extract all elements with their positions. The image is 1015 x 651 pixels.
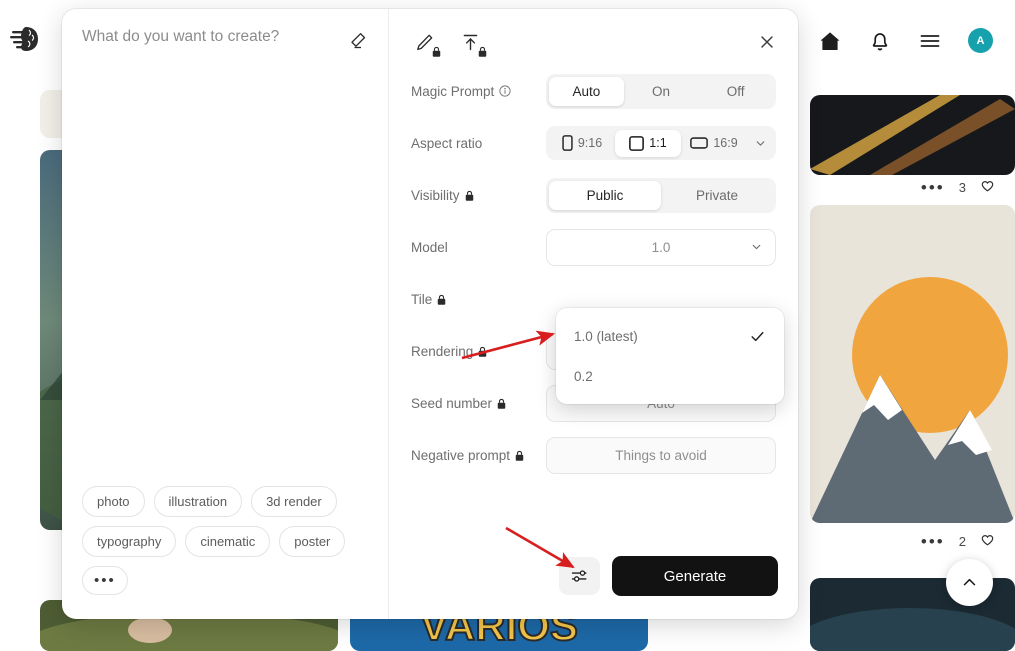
label-text: Model [411, 239, 448, 255]
aspect-ratio-expand-button[interactable] [747, 137, 773, 150]
hamburger-menu-icon[interactable] [918, 29, 942, 53]
lock-icon [479, 346, 487, 357]
style-tag[interactable]: cinematic [185, 526, 271, 557]
aspect-ratio-option-9-16[interactable]: 9:16 [549, 129, 615, 157]
portrait-shape-icon [562, 135, 573, 151]
lock-icon [432, 46, 441, 57]
lock-icon [465, 190, 473, 201]
lock-icon [497, 398, 506, 409]
modal-footer: Generate [559, 556, 778, 596]
prompt-pane: photo illustration 3d render typography … [62, 9, 389, 619]
landscape-shape-icon [690, 137, 709, 149]
style-tag[interactable]: 3d render [251, 486, 337, 517]
eraser-icon[interactable] [342, 25, 372, 55]
aspect-ratio-segmented: 9:16 1:1 16:9 [546, 126, 776, 160]
option-label: 0.2 [574, 368, 593, 384]
gallery-more-icon[interactable]: ••• [921, 179, 945, 196]
home-icon[interactable] [818, 29, 842, 53]
info-icon[interactable] [499, 85, 511, 97]
prompt-input[interactable] [82, 27, 342, 67]
aspect-ratio-label: 1:1 [649, 136, 667, 150]
visibility-option-private[interactable]: Private [661, 181, 773, 210]
setting-row-model: Model 1.0 [411, 221, 776, 273]
like-count: 3 [958, 179, 966, 195]
magic-prompt-option-auto[interactable]: Auto [549, 76, 624, 106]
model-value: 1.0 [651, 239, 671, 255]
edit-pencil-tool[interactable] [411, 29, 441, 57]
gallery-meta: ••• 2 [835, 532, 995, 550]
setting-label: Model [411, 240, 546, 255]
setting-label: Visibility [411, 188, 546, 203]
setting-row-magic-prompt: Magic Prompt Auto On Off [411, 65, 776, 117]
model-select[interactable]: 1.0 [546, 228, 776, 266]
advanced-settings-button[interactable] [559, 557, 600, 595]
aspect-ratio-label: 16:9 [713, 136, 738, 150]
prompt-header [62, 9, 388, 67]
scroll-to-top-button[interactable] [946, 559, 993, 606]
label-text: Negative prompt [411, 447, 511, 463]
gallery-more-icon[interactable]: ••• [921, 533, 945, 550]
square-shape-icon [629, 135, 645, 151]
close-button[interactable] [754, 29, 780, 55]
avatar[interactable]: A [968, 28, 993, 53]
aspect-ratio-option-16-9[interactable]: 16:9 [681, 130, 747, 156]
setting-label: Seed number [411, 396, 546, 411]
setting-label: Negative prompt [411, 448, 546, 463]
style-tag[interactable]: typography [82, 526, 177, 557]
label-text: Magic Prompt [411, 83, 495, 99]
check-icon [751, 331, 764, 341]
model-dropdown-option-0-2[interactable]: 0.2 [556, 356, 784, 396]
lock-icon [478, 46, 487, 57]
heart-icon[interactable] [980, 532, 995, 550]
label-text: Seed number [411, 395, 493, 411]
gallery-thumb[interactable] [810, 205, 1015, 523]
upload-tool[interactable] [457, 29, 487, 57]
like-count: 2 [958, 533, 966, 549]
setting-row-negative-prompt: Negative prompt Things to avoid [411, 429, 776, 481]
gallery-meta: ••• 3 [835, 178, 995, 196]
label-text: Visibility [411, 187, 460, 203]
aspect-ratio-label: 9:16 [577, 136, 603, 150]
gallery-thumb[interactable] [810, 95, 1015, 175]
model-dropdown-menu: 1.0 (latest) 0.2 [556, 308, 784, 404]
lock-icon [515, 450, 524, 461]
magic-prompt-option-off[interactable]: Off [698, 77, 773, 106]
top-navigation: A [818, 28, 993, 53]
model-dropdown-option-1-0-latest[interactable]: 1.0 (latest) [556, 316, 784, 356]
visibility-segmented: Public Private [546, 177, 776, 213]
magic-prompt-option-on[interactable]: On [624, 77, 699, 106]
generate-button[interactable]: Generate [612, 556, 778, 596]
style-tag-list: photo illustration 3d render typography … [82, 486, 382, 595]
setting-row-aspect-ratio: Aspect ratio 9:16 1:1 16:9 [411, 117, 776, 169]
negative-prompt-input[interactable]: Things to avoid [546, 436, 776, 474]
setting-label: Rendering [411, 344, 546, 359]
style-tag[interactable]: illustration [153, 486, 243, 517]
more-style-tags-button[interactable]: ••• [82, 566, 128, 595]
option-label: 1.0 (latest) [574, 328, 638, 344]
app-root: VARIOS ••• 3 ••• 2 A What do you want to… [0, 0, 1015, 651]
brain-logo[interactable] [10, 22, 44, 56]
magic-prompt-segmented: Auto On Off [546, 73, 776, 109]
label-text: Aspect ratio [411, 135, 483, 151]
setting-label: Magic Prompt [411, 84, 546, 99]
chevron-down-icon [756, 140, 764, 146]
chevron-up-icon [963, 578, 976, 586]
lock-icon [438, 294, 446, 305]
label-text: Rendering [411, 343, 474, 359]
style-tag[interactable]: photo [82, 486, 145, 517]
chevron-down-icon [752, 244, 761, 250]
bell-icon[interactable] [868, 29, 892, 53]
visibility-option-public[interactable]: Public [549, 180, 661, 210]
style-tag[interactable]: poster [279, 526, 346, 557]
setting-label: Aspect ratio [411, 136, 546, 151]
aspect-ratio-option-1-1[interactable]: 1:1 [615, 129, 681, 157]
setting-label: Tile [411, 292, 546, 307]
close-icon [761, 36, 773, 48]
sliders-icon [571, 570, 586, 582]
label-text: Tile [411, 291, 433, 307]
heart-icon[interactable] [980, 178, 995, 196]
tool-header [389, 9, 798, 57]
setting-row-visibility: Visibility Public Private [411, 169, 776, 221]
settings-list: Magic Prompt Auto On Off Aspect ratio 9:… [389, 55, 798, 481]
